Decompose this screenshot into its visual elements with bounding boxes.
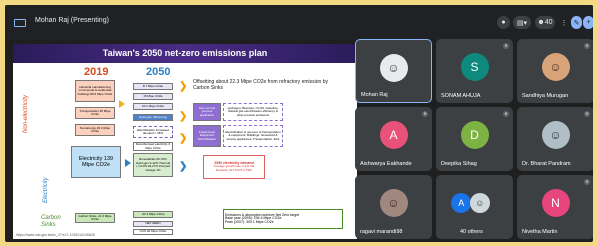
year-2019: 2019 <box>84 66 109 78</box>
participant-tile[interactable]: ✕ N Nivetha Martin <box>517 175 593 239</box>
demand-value: Demand: 427.5-573.1 TWh <box>215 167 253 172</box>
presentation-area: Taiwan's 2050 net-zero emissions plan 20… <box>13 44 357 239</box>
box-renewables: Renewables 60-70% Hydrogen 9-12% Thermal… <box>133 153 173 177</box>
box-carbon-2019: Carbon Sinks -21.6 Mtpe CO2e <box>75 213 115 223</box>
mic-muted-icon: ✕ <box>584 179 590 185</box>
participant-name: Aishwarya Eakhande <box>360 161 412 167</box>
people-icon: ☻ <box>537 19 545 26</box>
avatar: A <box>379 121 408 149</box>
add-icon[interactable]: + <box>583 16 593 29</box>
mic-muted-icon: ✕ <box>584 111 590 117</box>
user-photo-icon: ☺ <box>549 60 562 74</box>
mic-muted-icon: ✕ <box>584 43 590 49</box>
participant-tile[interactable]: ✕ ☺ Dr. Bharat Pandram <box>517 107 593 171</box>
source-url: https://www.ndc.gov.tw/nc_27/s71-1035114… <box>16 233 95 237</box>
participant-name: Sandhiya Murugan <box>522 93 569 99</box>
category-carbon-sinks: Carbon Sinks <box>41 215 61 228</box>
avatar: S <box>460 53 489 81</box>
layout-icon[interactable]: ▤▾ <box>513 16 531 29</box>
slide-content: 2019 2050 Non-electricity Electricity Ca… <box>13 63 357 239</box>
right-box-fossil: Fossil Fuels Equipment Electrification <box>193 125 221 147</box>
presenting-icon <box>14 19 26 27</box>
offset-text: Offsetting about 22.3 Mtpe CO2e from ref… <box>193 79 328 91</box>
user-photo-icon: ☺ <box>387 196 400 210</box>
right-box-fossil-desc: Electrification & net-zero of transporta… <box>223 125 283 147</box>
user-photo-icon: ☺ <box>387 61 400 75</box>
year-2050: 2050 <box>146 66 171 78</box>
others-tile[interactable]: A ☺ 40 others <box>436 175 513 239</box>
people-count-label: 40 <box>544 19 553 26</box>
participant-name: Nivetha Martin <box>522 229 558 235</box>
avatar: ☺ <box>379 54 408 82</box>
box-2050-a: 8.7 Mtpe CO2e <box>133 83 173 90</box>
arrow-right <box>119 100 125 108</box>
meet-window: Mohan Raj (Presenting) ● ▤▾ ☻ 40 ⋮ ✎ + Ta… <box>5 5 593 242</box>
participant-name: Dr. Bharat Pandram <box>522 161 571 167</box>
participant-name: SONAM AHUJA <box>441 93 481 99</box>
mic-muted-icon: ✕ <box>503 43 509 49</box>
chevron-icon: ❯ <box>179 81 188 92</box>
box-electrification: Electrification Increased demand = 36% <box>133 126 173 138</box>
right-box-process: Non-net fuel process application <box>193 103 221 121</box>
avatar: A <box>451 193 472 213</box>
user-photo-icon: ☺ <box>475 198 485 208</box>
slide-title: Taiwan's 2050 net-zero emissions plan <box>13 44 357 63</box>
participant-name: ragavi marandi98 <box>360 229 403 235</box>
avatar: ☺ <box>469 193 490 213</box>
more-icon[interactable]: ⋮ <box>559 16 569 29</box>
pin-icon[interactable]: ● <box>497 16 510 29</box>
box-transport-2019: Transportation 35 Mtpe CO2e <box>75 107 115 119</box>
top-bar: Mohan Raj (Presenting) ● ▤▾ ☻ 40 ⋮ ✎ + <box>5 5 593 40</box>
people-count[interactable]: ☻ 40 <box>535 16 555 29</box>
avatar: ☺ <box>541 121 570 149</box>
arrow-right <box>125 159 131 167</box>
participant-tile[interactable]: ☺ Mohan Raj <box>355 39 432 103</box>
presenter-label: Mohan Raj (Presenting) <box>35 17 109 24</box>
mic-muted-icon: ✕ <box>422 111 428 117</box>
participant-tile[interactable]: ✕ S SONAM AHUJA <box>436 39 513 103</box>
avatar: ☺ <box>541 53 570 81</box>
category-electricity: Electricity <box>43 177 49 203</box>
edit-icon[interactable]: ✎ <box>571 16 582 29</box>
box-industrial-2019: Industrial manufacturing commercial & re… <box>75 80 115 102</box>
chevron-icon: ❯ <box>179 133 188 144</box>
user-photo-icon: ☺ <box>549 128 562 142</box>
avatar: N <box>541 189 570 217</box>
sinks-summary: Emissions & absorption achieve Net Zero … <box>223 209 343 229</box>
chevron-icon: ❯ <box>179 111 188 122</box>
box-nonenergy-2019: Non-Energy 26.4 Mtpe CO2e <box>75 124 115 136</box>
participant-name: Mohan Raj <box>361 92 388 98</box>
category-non-electricity: Non-electricity <box>23 94 29 133</box>
box-decarbonised: Decarbonised electricity 0 Mtpe CO2e <box>133 142 173 151</box>
box-carbon-2050: -22.3 Mtpe CO2e <box>133 211 173 218</box>
participant-tile[interactable]: ✕ A Aishwarya Eakhande <box>355 107 432 171</box>
box-ccs: CCS 40 Mtpe CO2e <box>133 229 173 235</box>
right-box-process-desc: Hydrogen, Biomass, CCUS, Gasoline, Natur… <box>223 103 283 121</box>
mic-muted-icon: ✕ <box>503 111 509 117</box>
chevron-icon: ❯ <box>179 161 188 172</box>
box-2050-c: 10.1 Mtpe CO2e <box>133 103 173 110</box>
avatar: ☺ <box>379 189 408 217</box>
box-hydrogen: Hydrogen, Bioenergy <box>133 114 173 121</box>
electricity-demand-box: 2050 electricity demand Average growth r… <box>203 155 265 179</box>
box-electricity-2019: Electricity 139 Mtpe CO2e <box>71 146 121 178</box>
avatar: D <box>460 121 489 149</box>
sinks-line-3: Peak (2007): 303.1 Mtpe CO2e <box>225 219 274 224</box>
box-2050-b: 15 Mtpe CO2e <box>133 93 173 100</box>
others-count: 40 others <box>460 229 483 235</box>
participant-tile[interactable]: ✕ D Deepika Sihag <box>436 107 513 171</box>
participant-name: Deepika Sihag <box>441 161 477 167</box>
participant-tile[interactable]: ✕ ☺ Sandhiya Murugan <box>517 39 593 103</box>
participant-tile[interactable]: ☺ ragavi marandi98 <box>355 175 432 239</box>
box-net-zero: NET ZERO <box>133 221 173 227</box>
